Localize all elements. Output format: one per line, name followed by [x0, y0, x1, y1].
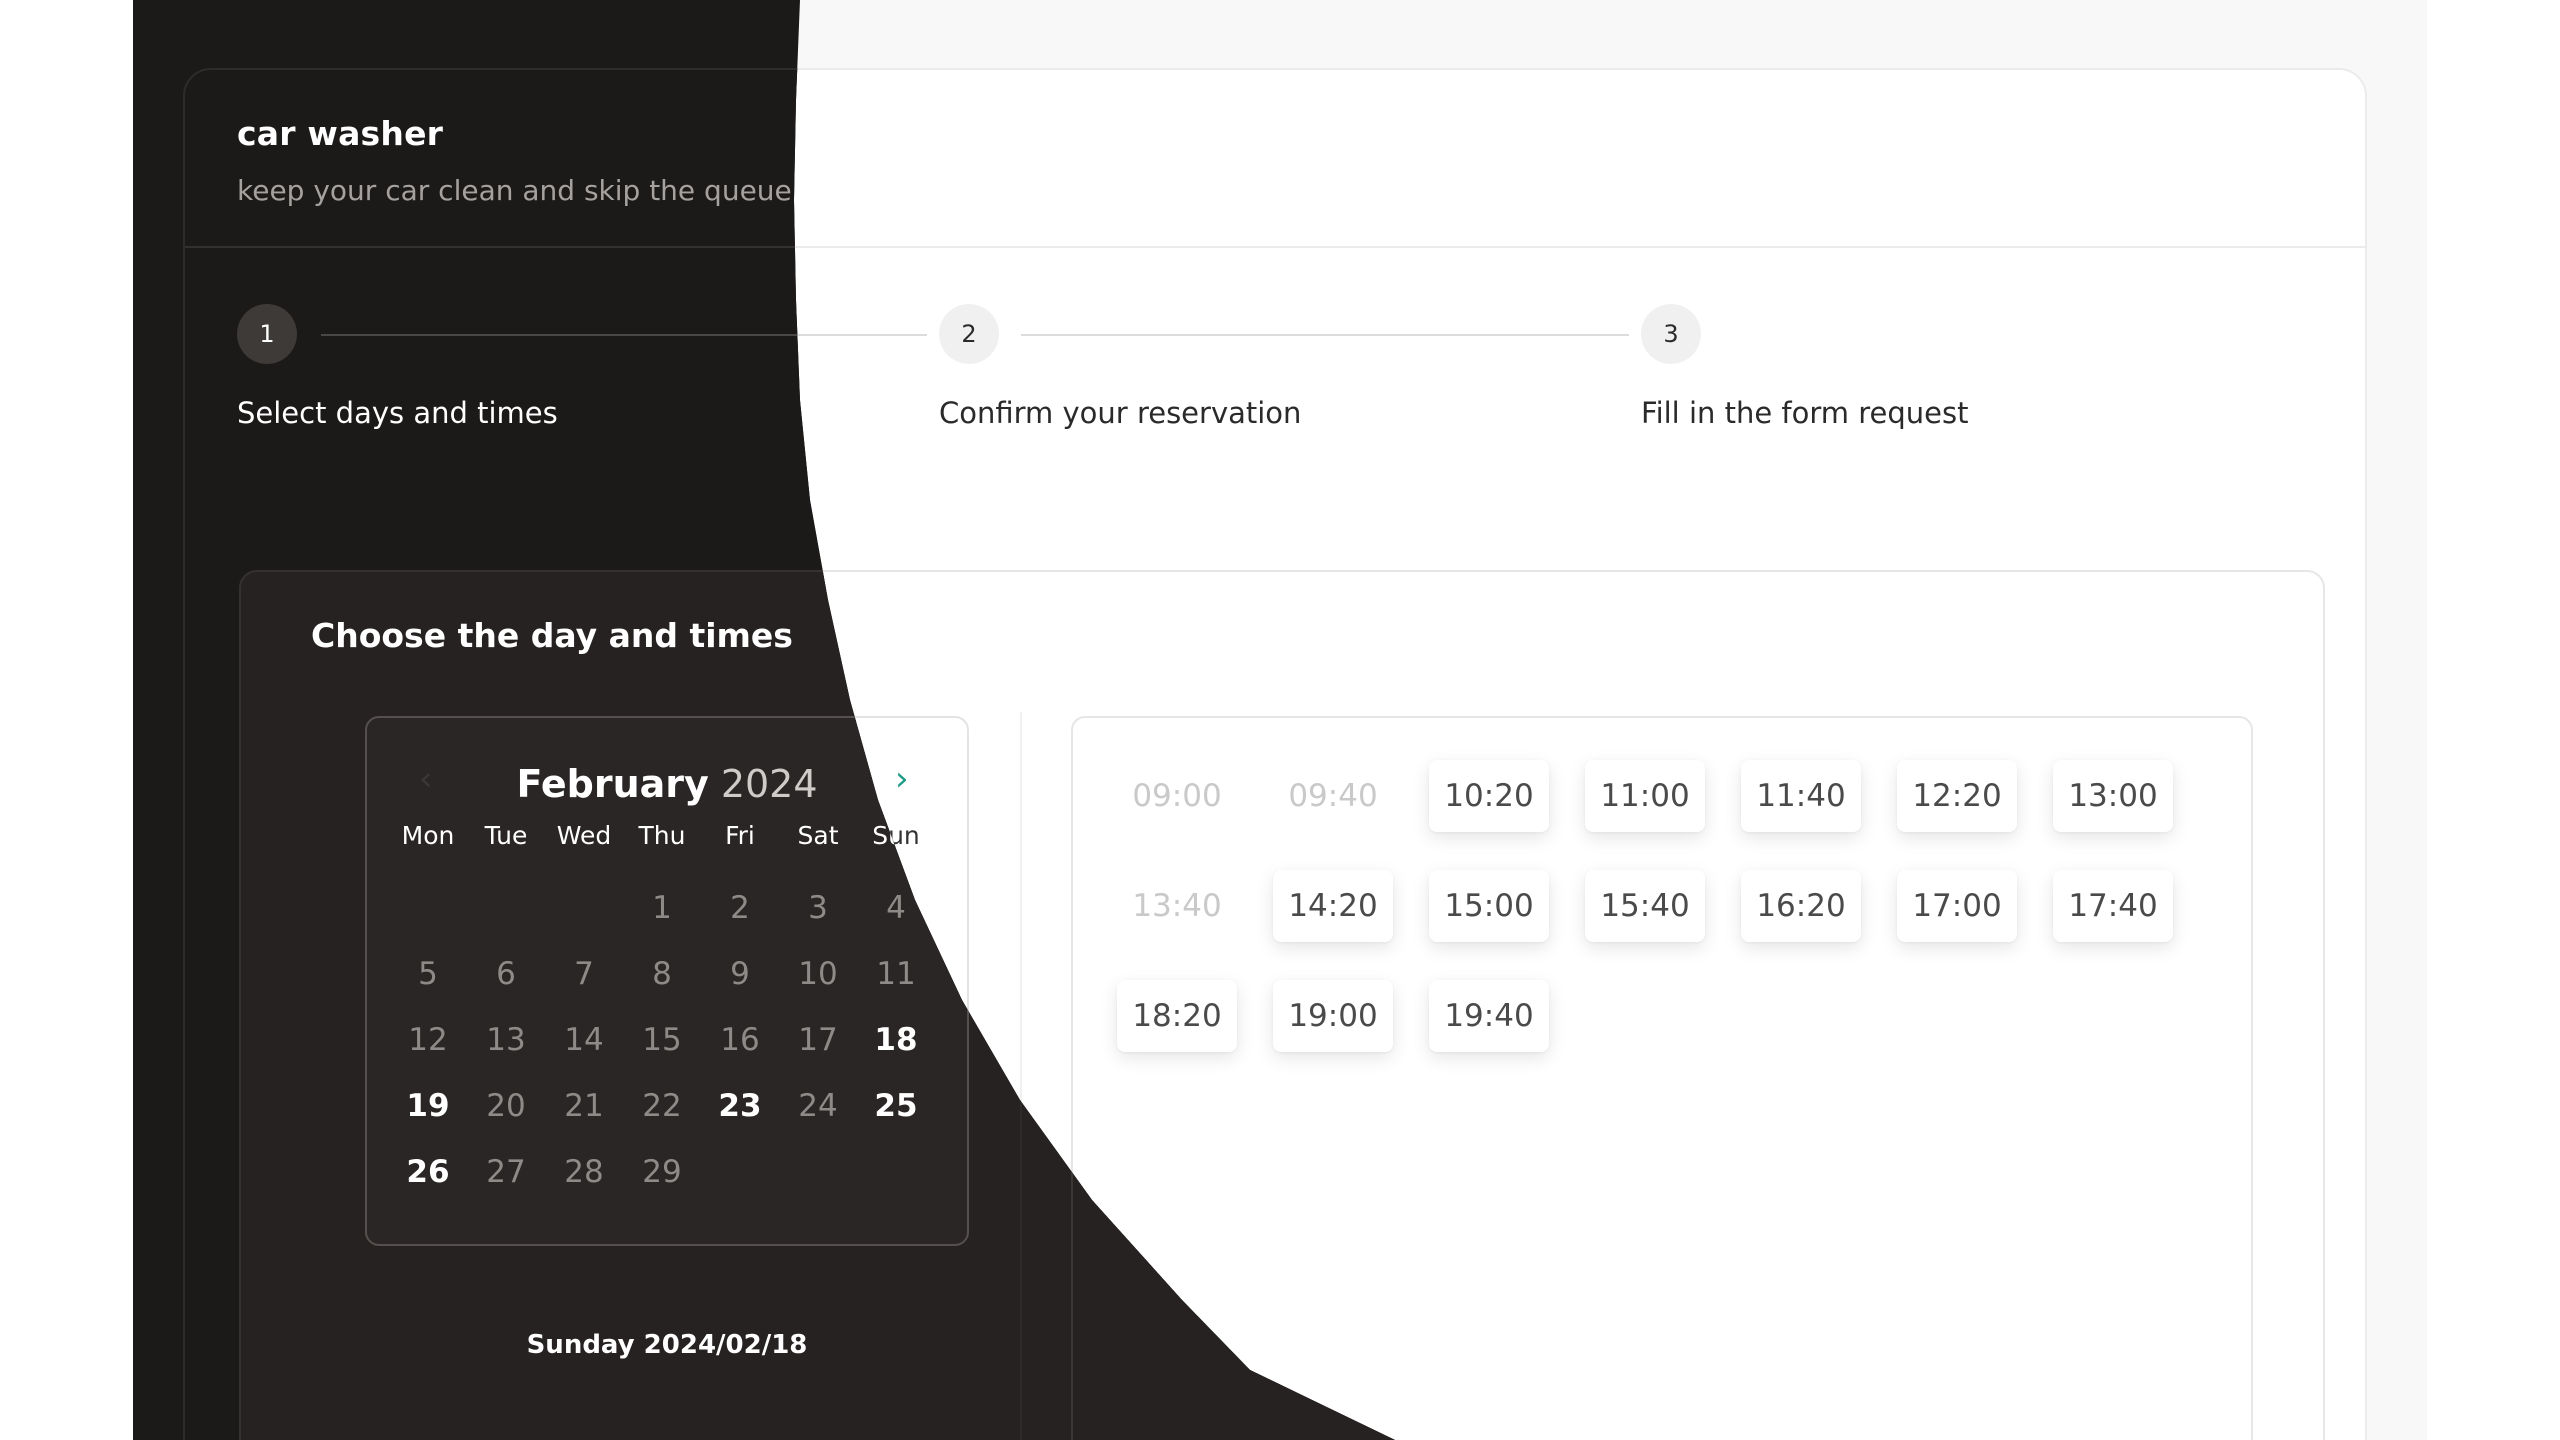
calendar-day[interactable]: 23 [701, 1086, 779, 1152]
time-slot-button[interactable]: 16:20 [1741, 870, 1861, 942]
calendar-day: 1 [652, 890, 672, 926]
calendar-day: 17 [798, 1022, 838, 1058]
time-slot-button[interactable]: 17:40 [2053, 870, 2173, 942]
time-slot-button[interactable]: 17:00 [1897, 870, 2017, 942]
selected-date: Sunday 2024/02/18 [526, 1330, 808, 1360]
calendar-day: 10 [798, 956, 838, 992]
calendar-day: 15 [642, 1022, 682, 1058]
calendar-day: 3 [808, 890, 828, 926]
calendar-day[interactable]: 19 [389, 1086, 467, 1152]
step-1-indicator[interactable]: 1 [237, 304, 297, 364]
calendar-days: 1234567891011121314151617181920212223242… [389, 888, 949, 1218]
weekday-label: Fri [725, 821, 755, 850]
calendar-weekdays: MonTueWedThuFriSatSun [389, 821, 949, 850]
calendar-day: 9 [730, 956, 750, 992]
calendar-day: 21 [564, 1088, 604, 1124]
time-slots-panel: 09:00 09:40 10:20 11:00 11:40 12:20 13:00 13:40… [1071, 716, 2253, 1440]
calendar-day[interactable]: 18 [857, 1020, 935, 1086]
time-slot-button[interactable]: 19:40 [1429, 980, 1549, 1052]
time-slot-button[interactable]: 19:00 [1273, 980, 1393, 1052]
time-slot-button[interactable]: 18:20 [1117, 980, 1237, 1052]
calendar-day: 16 [720, 1022, 760, 1058]
time-slot-button[interactable]: 14:20 [1273, 870, 1393, 942]
time-slot-button[interactable]: 15:40 [1585, 870, 1705, 942]
weekday-label: Wed [556, 821, 612, 850]
calendar-day: 2 [730, 890, 750, 926]
weekday-label: Tue [484, 821, 528, 850]
time-slot-button: 13:40 [1132, 888, 1222, 924]
calendar-day: 14 [564, 1022, 604, 1058]
weekday-label: Sat [797, 821, 839, 850]
calendar-day: 11 [876, 956, 916, 992]
panel-title: Choose the day and times [311, 616, 793, 655]
step-1-label: Select days and times [237, 396, 558, 430]
weekday-label: Thu [638, 821, 686, 850]
calendar-day: 22 [642, 1088, 682, 1124]
weekday-label: Mon [401, 821, 455, 850]
calendar-day: 27 [486, 1154, 526, 1190]
app-subtitle: keep your car clean and skip the queue [237, 174, 792, 207]
step-3-indicator[interactable]: 3 [1641, 304, 1701, 364]
calendar-day: 13 [486, 1022, 526, 1058]
calendar-day: 8 [652, 956, 672, 992]
calendar-day: 29 [642, 1154, 682, 1190]
calendar-day: 12 [408, 1022, 448, 1058]
step-3-label: Fill in the form request [1641, 396, 1969, 430]
step-2-indicator[interactable]: 2 [939, 304, 999, 364]
time-slot-button[interactable]: 13:00 [2053, 760, 2173, 832]
time-slot-button[interactable]: 10:20 [1429, 760, 1549, 832]
time-slot-button: 09:40 [1288, 778, 1378, 814]
step-2-label: Confirm your reservation [939, 396, 1302, 430]
calendar-day: 6 [496, 956, 516, 992]
calendar-day: 7 [574, 956, 594, 992]
app-title: car washer [237, 114, 444, 153]
time-slot-button[interactable]: 11:00 [1585, 760, 1705, 832]
time-slot-button: 09:00 [1132, 778, 1222, 814]
time-slot-button[interactable]: 11:40 [1741, 760, 1861, 832]
calendar-day: 20 [486, 1088, 526, 1124]
chevron-right-icon[interactable]: › [895, 762, 909, 796]
calendar-day[interactable]: 25 [857, 1086, 935, 1152]
time-slot-button[interactable]: 12:20 [1897, 760, 2017, 832]
calendar-day: 24 [798, 1088, 838, 1124]
time-slot-button[interactable]: 15:00 [1429, 870, 1549, 942]
calendar-day[interactable]: 26 [389, 1152, 467, 1218]
calendar-day: 28 [564, 1154, 604, 1190]
step-connector [1021, 334, 1629, 336]
calendar-day: 5 [418, 956, 438, 992]
